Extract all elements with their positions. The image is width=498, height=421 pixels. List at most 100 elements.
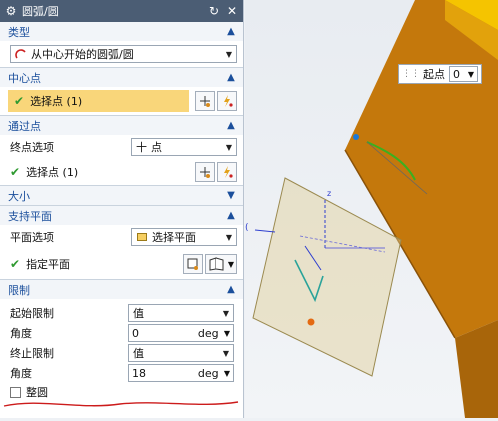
start-angle-field[interactable]: 0 deg ▼ — [128, 324, 234, 342]
plane-dialog-icon — [187, 258, 198, 270]
end-angle-field[interactable]: 18 deg ▼ — [128, 364, 234, 382]
section-type-label: 类型 — [8, 25, 30, 39]
start-point-value: 0 — [453, 67, 460, 81]
center-select-label: 选择点 (1) — [30, 95, 83, 108]
plane-option-dropdown[interactable]: 选择平面 ▼ — [131, 228, 237, 246]
end-angle-label: 角度 — [10, 367, 32, 380]
chevron-down-icon: ▼ — [223, 328, 230, 338]
check-icon: ✔ — [10, 165, 21, 179]
section-limits-header[interactable]: 限制 ▲ — [0, 280, 243, 299]
graphics-viewport[interactable]: z ( — [245, 0, 498, 418]
plane-option-row: 平面选项 选择平面 ▼ — [0, 225, 243, 249]
section-type: 类型 ▲ 从中心开始的圆弧/圆 ▼ — [0, 22, 243, 68]
start-point-dropdown[interactable]: 0 ▼ — [449, 66, 478, 82]
section-size-header[interactable]: 大小 ▼ — [0, 186, 243, 205]
chevron-down-icon: ▼ — [222, 348, 229, 358]
start-angle-unit: deg — [197, 326, 219, 340]
dialog-titlebar: ⚙ 圆弧/圆 ↻ ✕ — [0, 0, 243, 22]
end-limit-label: 终止限制 — [10, 347, 54, 360]
section-through-label: 通过点 — [8, 119, 41, 133]
origin-marker — [307, 318, 315, 326]
point-plus-icon — [200, 96, 210, 107]
drag-grip-icon[interactable]: ⋮⋮ — [402, 69, 420, 79]
through-option-row: 终点选项 十 点 ▼ — [0, 135, 243, 159]
svg-text:z: z — [327, 189, 331, 198]
check-icon: ✔ — [10, 257, 21, 271]
start-limit-row: 起始限制 值 ▼ — [0, 303, 243, 323]
plane-select-row: ✔ 指定平面 ▼ — [0, 249, 243, 279]
end-limit-value: 值 — [133, 347, 144, 360]
end-angle-value: 18 — [132, 366, 146, 380]
chevron-up-icon: ▲ — [227, 72, 235, 83]
section-plane-label: 支持平面 — [8, 209, 52, 223]
start-limit-label: 起始限制 — [10, 307, 54, 320]
section-through-header[interactable]: 通过点 ▲ — [0, 116, 243, 135]
point-plus-icon — [200, 167, 210, 178]
dialog-panel: ⚙ 圆弧/圆 ↻ ✕ 类型 ▲ 从中心开始的圆弧/圆 ▼ 中心点 ▲ ✔ 选择点… — [0, 0, 244, 418]
start-limit-value: 值 — [133, 307, 144, 320]
chevron-down-icon: ▼ — [222, 308, 229, 318]
type-dropdown[interactable]: 从中心开始的圆弧/圆 ▼ — [10, 45, 237, 63]
end-limit-dropdown[interactable]: 值 ▼ — [128, 344, 234, 362]
plane-dialog-button[interactable] — [183, 254, 203, 274]
point-dialog-button[interactable] — [195, 162, 215, 182]
section-plane-header[interactable]: 支持平面 ▲ — [0, 206, 243, 225]
chevron-down-icon: ▼ — [227, 259, 235, 269]
snap-point-button[interactable] — [217, 91, 237, 111]
through-option-label: 终点选项 — [10, 141, 54, 154]
start-angle-label: 角度 — [10, 327, 32, 340]
section-type-header[interactable]: 类型 ▲ — [0, 22, 243, 41]
section-center: 中心点 ▲ ✔ 选择点 (1) — [0, 68, 243, 116]
start-angle-value: 0 — [132, 326, 139, 340]
section-plane: 支持平面 ▲ 平面选项 选择平面 ▼ ✔ 指定平面 ▼ — [0, 206, 243, 280]
chevron-up-icon: ▲ — [227, 26, 235, 37]
end-limit-row: 终止限制 值 ▼ — [0, 343, 243, 363]
plane-option-label: 平面选项 — [10, 231, 54, 244]
chevron-down-icon: ▼ — [467, 69, 474, 79]
through-select-label[interactable]: 选择点 (1) — [26, 164, 193, 180]
section-through: 通过点 ▲ 终点选项 十 点 ▼ ✔ 选择点 (1) — [0, 116, 243, 186]
chevron-up-icon: ▲ — [227, 120, 235, 131]
section-size-label: 大小 — [8, 189, 30, 203]
start-point-popup: ⋮⋮ 起点 0 ▼ — [398, 64, 482, 84]
start-angle-row: 角度 0 deg ▼ — [0, 323, 243, 343]
section-size: 大小 ▼ — [0, 186, 243, 206]
svg-text:(: ( — [245, 223, 249, 233]
section-center-header[interactable]: 中心点 ▲ — [0, 68, 243, 87]
center-select-box[interactable]: ✔ 选择点 (1) — [8, 90, 189, 112]
type-row: 从中心开始的圆弧/圆 ▼ — [0, 41, 243, 67]
through-option-value: 点 — [151, 141, 162, 154]
close-icon[interactable]: ✕ — [225, 4, 239, 18]
start-limit-dropdown[interactable]: 值 ▼ — [128, 304, 234, 322]
reset-icon[interactable]: ↻ — [207, 4, 221, 18]
dialog-title: 圆弧/圆 — [22, 5, 59, 18]
plane-icon — [137, 233, 147, 241]
snap-point-button[interactable] — [217, 162, 237, 182]
chevron-down-icon: ▼ — [227, 190, 235, 201]
section-limits: 限制 ▲ 起始限制 值 ▼ 角度 0 deg ▼ 终止限制 值 ▼ 角度 18 … — [0, 280, 243, 401]
plane-type-button[interactable]: ▼ — [205, 254, 237, 274]
plane-option-value: 选择平面 — [152, 231, 196, 244]
gear-icon: ⚙ — [5, 4, 17, 18]
section-center-label: 中心点 — [8, 71, 41, 85]
chevron-down-icon: ▼ — [225, 49, 232, 59]
model-view: z ( — [245, 0, 498, 418]
annotation-underline — [3, 401, 239, 407]
check-icon: ✔ — [14, 94, 25, 108]
lightning-icon — [224, 166, 233, 178]
plane-type-icon — [209, 257, 224, 271]
plus-icon: 十 — [136, 141, 147, 154]
chevron-down-icon: ▼ — [225, 142, 232, 152]
chevron-up-icon: ▲ — [227, 284, 235, 295]
start-point-label: 起点 — [423, 68, 445, 81]
center-select-row: ✔ 选择点 (1) — [0, 87, 243, 115]
end-angle-unit: deg — [197, 366, 219, 380]
plane-select-label[interactable]: 指定平面 — [26, 256, 181, 272]
arc-icon — [15, 49, 26, 59]
end-angle-row: 角度 18 deg ▼ — [0, 363, 243, 383]
through-option-dropdown[interactable]: 十 点 ▼ — [131, 138, 237, 156]
chevron-down-icon: ▼ — [223, 368, 230, 378]
type-dropdown-value: 从中心开始的圆弧/圆 — [31, 48, 134, 61]
section-limits-label: 限制 — [8, 283, 30, 297]
point-dialog-button[interactable] — [195, 91, 215, 111]
